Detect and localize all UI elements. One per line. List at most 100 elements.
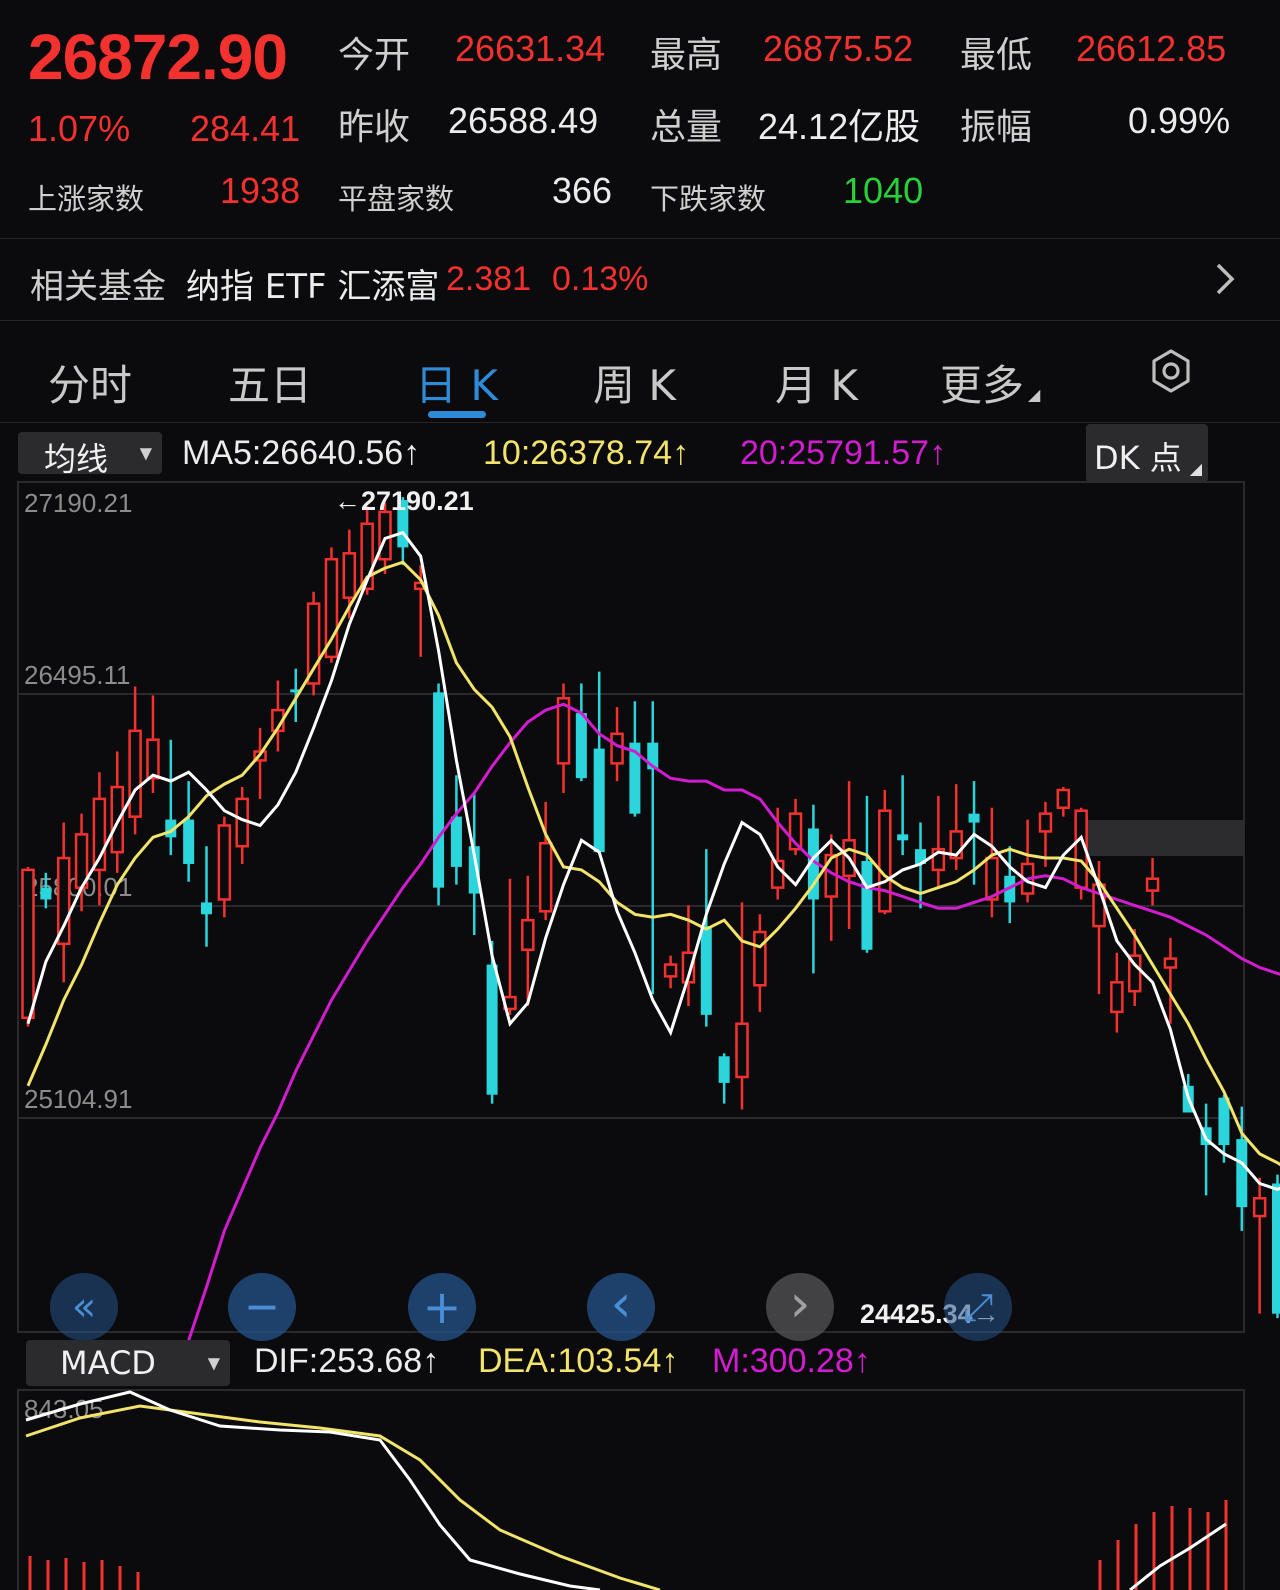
ma10-value: 10:26378.74↑ — [483, 434, 689, 473]
candle-body — [663, 963, 678, 978]
chevron-right-icon[interactable] — [1210, 261, 1238, 297]
control-glyph: › — [789, 1274, 811, 1334]
volume-value: 24.12亿股 — [758, 106, 921, 147]
last-price: 26872.90 — [28, 21, 288, 93]
volume-label: 总量 — [650, 107, 723, 148]
candle-body — [433, 692, 445, 888]
macd-m-text: M:300.28 — [712, 1342, 854, 1380]
candle-body — [183, 819, 195, 864]
tab-five-day[interactable]: 五日 — [228, 352, 312, 413]
ma5-value: MA5:26640.56↑ — [182, 434, 420, 473]
low-label: 最低 — [960, 35, 1033, 76]
dk-point-button[interactable]: DK 点 ◢ — [1086, 424, 1208, 482]
candle-body — [486, 964, 498, 1095]
candle-body — [146, 738, 160, 780]
candle-body — [1163, 957, 1178, 969]
candle-body — [556, 697, 571, 765]
kline-chart[interactable]: 27190.21 26495.11 25800.01 25104.91 ←271… — [0, 480, 1280, 1340]
chevron-right-icon[interactable]: › — [766, 1273, 834, 1341]
macd-histogram-left — [28, 1556, 140, 1590]
expand-icon[interactable]: ⤢ — [944, 1273, 1012, 1341]
dea-arrow-icon: ↑ — [661, 1342, 679, 1380]
candle-body — [1252, 1197, 1267, 1218]
dif-line-right — [1129, 1522, 1227, 1590]
down-count-value: 1040 — [843, 170, 924, 211]
candle-body — [878, 809, 892, 913]
candle-body — [1236, 1139, 1248, 1208]
ma10-value-text: 10:26378.74 — [483, 434, 673, 472]
tab-intraday[interactable]: 分时 — [48, 352, 132, 413]
tab-more-label: 更多 — [940, 361, 1025, 410]
dropdown-caret-icon: ▼ — [139, 443, 152, 463]
tab-more[interactable]: 更多 ◢ — [940, 352, 1040, 413]
related-fund-label: 相关基金 — [30, 267, 166, 307]
candle-body — [1038, 812, 1053, 833]
triangle-corner-icon: ◢ — [1189, 459, 1202, 478]
related-fund-change: 0.13% — [552, 260, 649, 298]
candle-body — [342, 552, 357, 599]
candle-body — [1218, 1097, 1230, 1146]
candle-body — [538, 842, 553, 913]
macd-histogram-right — [1098, 1500, 1228, 1590]
dk-zone — [1084, 820, 1244, 856]
tab-daily-k[interactable]: 日 K — [415, 352, 498, 413]
flat-count-label: 平盘家数 — [338, 182, 455, 216]
related-fund-name: 纳指 ETF 汇添富 — [186, 267, 440, 307]
flat-count-value: 366 — [552, 170, 613, 211]
dif-arrow-icon: ↑ — [422, 1342, 440, 1380]
y-axis-label: 27190.21 — [24, 488, 132, 518]
macd-m-value: M:300.28↑ — [712, 1342, 871, 1381]
related-fund-row[interactable]: 相关基金 纳指 ETF 汇添富 2.381 0.13% — [0, 239, 1280, 319]
up-count-value: 1938 — [220, 170, 301, 211]
candle-body — [21, 868, 35, 1020]
active-tab-indicator — [428, 411, 486, 418]
macd-chart[interactable]: 843.05 — [0, 1388, 1280, 1590]
double-chevron-left-icon[interactable]: « — [50, 1273, 118, 1341]
ma5-value-text: MA5:26640.56 — [182, 434, 404, 472]
indicator-select-label: 均线 — [44, 440, 109, 478]
ma20-value: 20:25791.57↑ — [740, 434, 946, 473]
ma20-value-text: 20:25791.57 — [740, 434, 930, 472]
control-glyph: « — [71, 1284, 97, 1330]
dk-point-label: DK 点 — [1094, 439, 1182, 477]
y-axis-label: 25104.91 — [24, 1084, 132, 1114]
zoom-in-icon[interactable]: + — [408, 1273, 476, 1341]
candle-body — [450, 816, 462, 867]
prev-close-value: 26588.49 — [448, 100, 599, 141]
tab-monthly-k[interactable]: 月 K — [775, 352, 858, 413]
high-label: 最高 — [650, 35, 723, 76]
triangle-corner-icon: ◢ — [1028, 385, 1041, 404]
prev-close-label: 昨收 — [338, 107, 411, 148]
candle-body — [1272, 1183, 1280, 1314]
control-glyph: — — [247, 1289, 277, 1324]
amplitude-label: 振幅 — [960, 107, 1033, 148]
down-count-label: 下跌家数 — [650, 182, 767, 216]
ma20-arrow-icon: ↑ — [929, 434, 947, 472]
candle-body — [1056, 788, 1071, 810]
control-glyph: ⤢ — [962, 1285, 994, 1329]
related-fund-price: 2.381 — [446, 260, 532, 298]
indicator-select[interactable]: 均线 ▼ — [18, 432, 162, 478]
candle-body — [593, 748, 605, 853]
candle-body — [575, 713, 587, 779]
change-percent: 1.07% — [28, 108, 131, 149]
up-count-label: 上涨家数 — [28, 182, 145, 216]
macd-select[interactable]: MACD ▼ — [26, 1340, 230, 1386]
candle-body — [861, 861, 873, 950]
zoom-out-icon[interactable]: — — [228, 1273, 296, 1341]
candle-body — [1110, 981, 1124, 1014]
open-value: 26631.34 — [455, 28, 606, 69]
candle-body — [217, 824, 232, 901]
chevron-left-icon[interactable]: ‹ — [587, 1273, 655, 1341]
m-arrow-icon: ↑ — [853, 1342, 871, 1380]
candle-body — [735, 1022, 749, 1079]
macd-dea-value: DEA:103.54↑ — [478, 1342, 678, 1381]
open-label: 今开 — [338, 35, 411, 76]
tab-weekly-k[interactable]: 周 K — [593, 352, 676, 413]
max-price-marker: ←27190.21 — [334, 486, 474, 516]
change-value: 284.41 — [190, 108, 301, 149]
macd-select-label: MACD — [60, 1344, 156, 1382]
candle-body — [324, 557, 339, 659]
control-glyph: + — [422, 1280, 462, 1334]
gear-icon[interactable] — [1146, 346, 1196, 396]
